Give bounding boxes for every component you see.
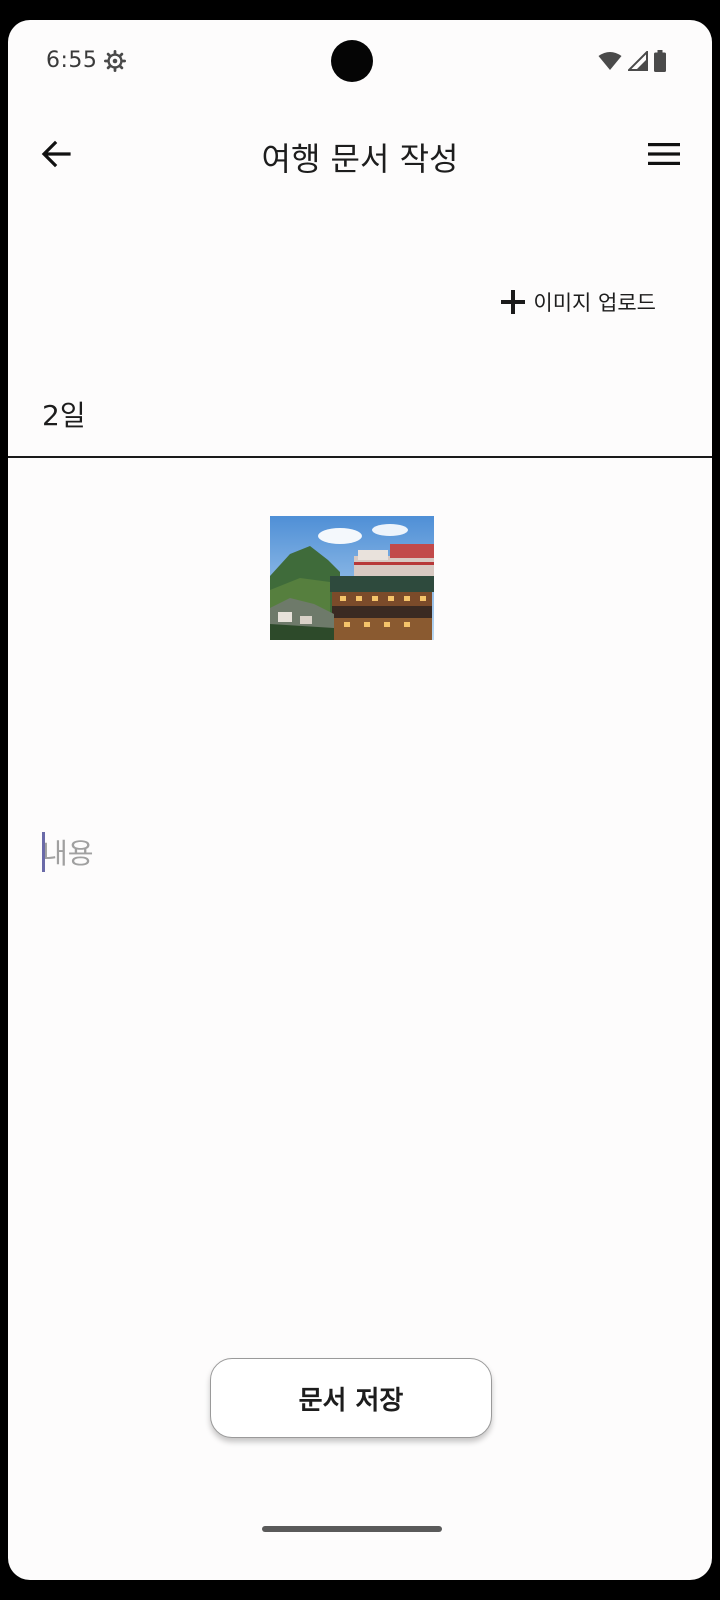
uploaded-photo[interactable]	[270, 516, 434, 640]
content-placeholder: 내용	[42, 837, 94, 870]
upload-image-button[interactable]: 이미지 업로드	[501, 286, 656, 318]
top-app-bar: 여행 문서 작성	[8, 120, 712, 192]
status-time: 6:55	[46, 48, 98, 73]
hamburger-menu-icon	[647, 142, 681, 170]
day-value: 2일	[42, 399, 86, 432]
screen: 6:55 여행 문서 작성 이미지 업로드 2일 내용 문서 저장	[8, 20, 712, 1580]
save-document-button[interactable]: 문서 저장	[210, 1358, 492, 1438]
menu-button[interactable]	[644, 136, 684, 176]
text-cursor	[42, 832, 45, 872]
wifi-icon	[598, 51, 622, 75]
page-title: 여행 문서 작성	[261, 140, 459, 178]
status-icons	[598, 49, 666, 76]
content-input[interactable]: 내용	[42, 828, 682, 888]
save-document-label: 문서 저장	[298, 1385, 404, 1416]
upload-image-label: 이미지 업로드	[533, 291, 656, 315]
status-bar: 6:55	[8, 20, 712, 106]
front-camera	[331, 40, 373, 82]
battery-icon	[654, 50, 666, 76]
plus-icon	[501, 290, 526, 314]
day-input[interactable]: 2일	[8, 380, 712, 458]
gear-icon	[104, 50, 126, 72]
signal-icon	[626, 49, 648, 75]
home-gesture-handle[interactable]	[262, 1526, 442, 1532]
